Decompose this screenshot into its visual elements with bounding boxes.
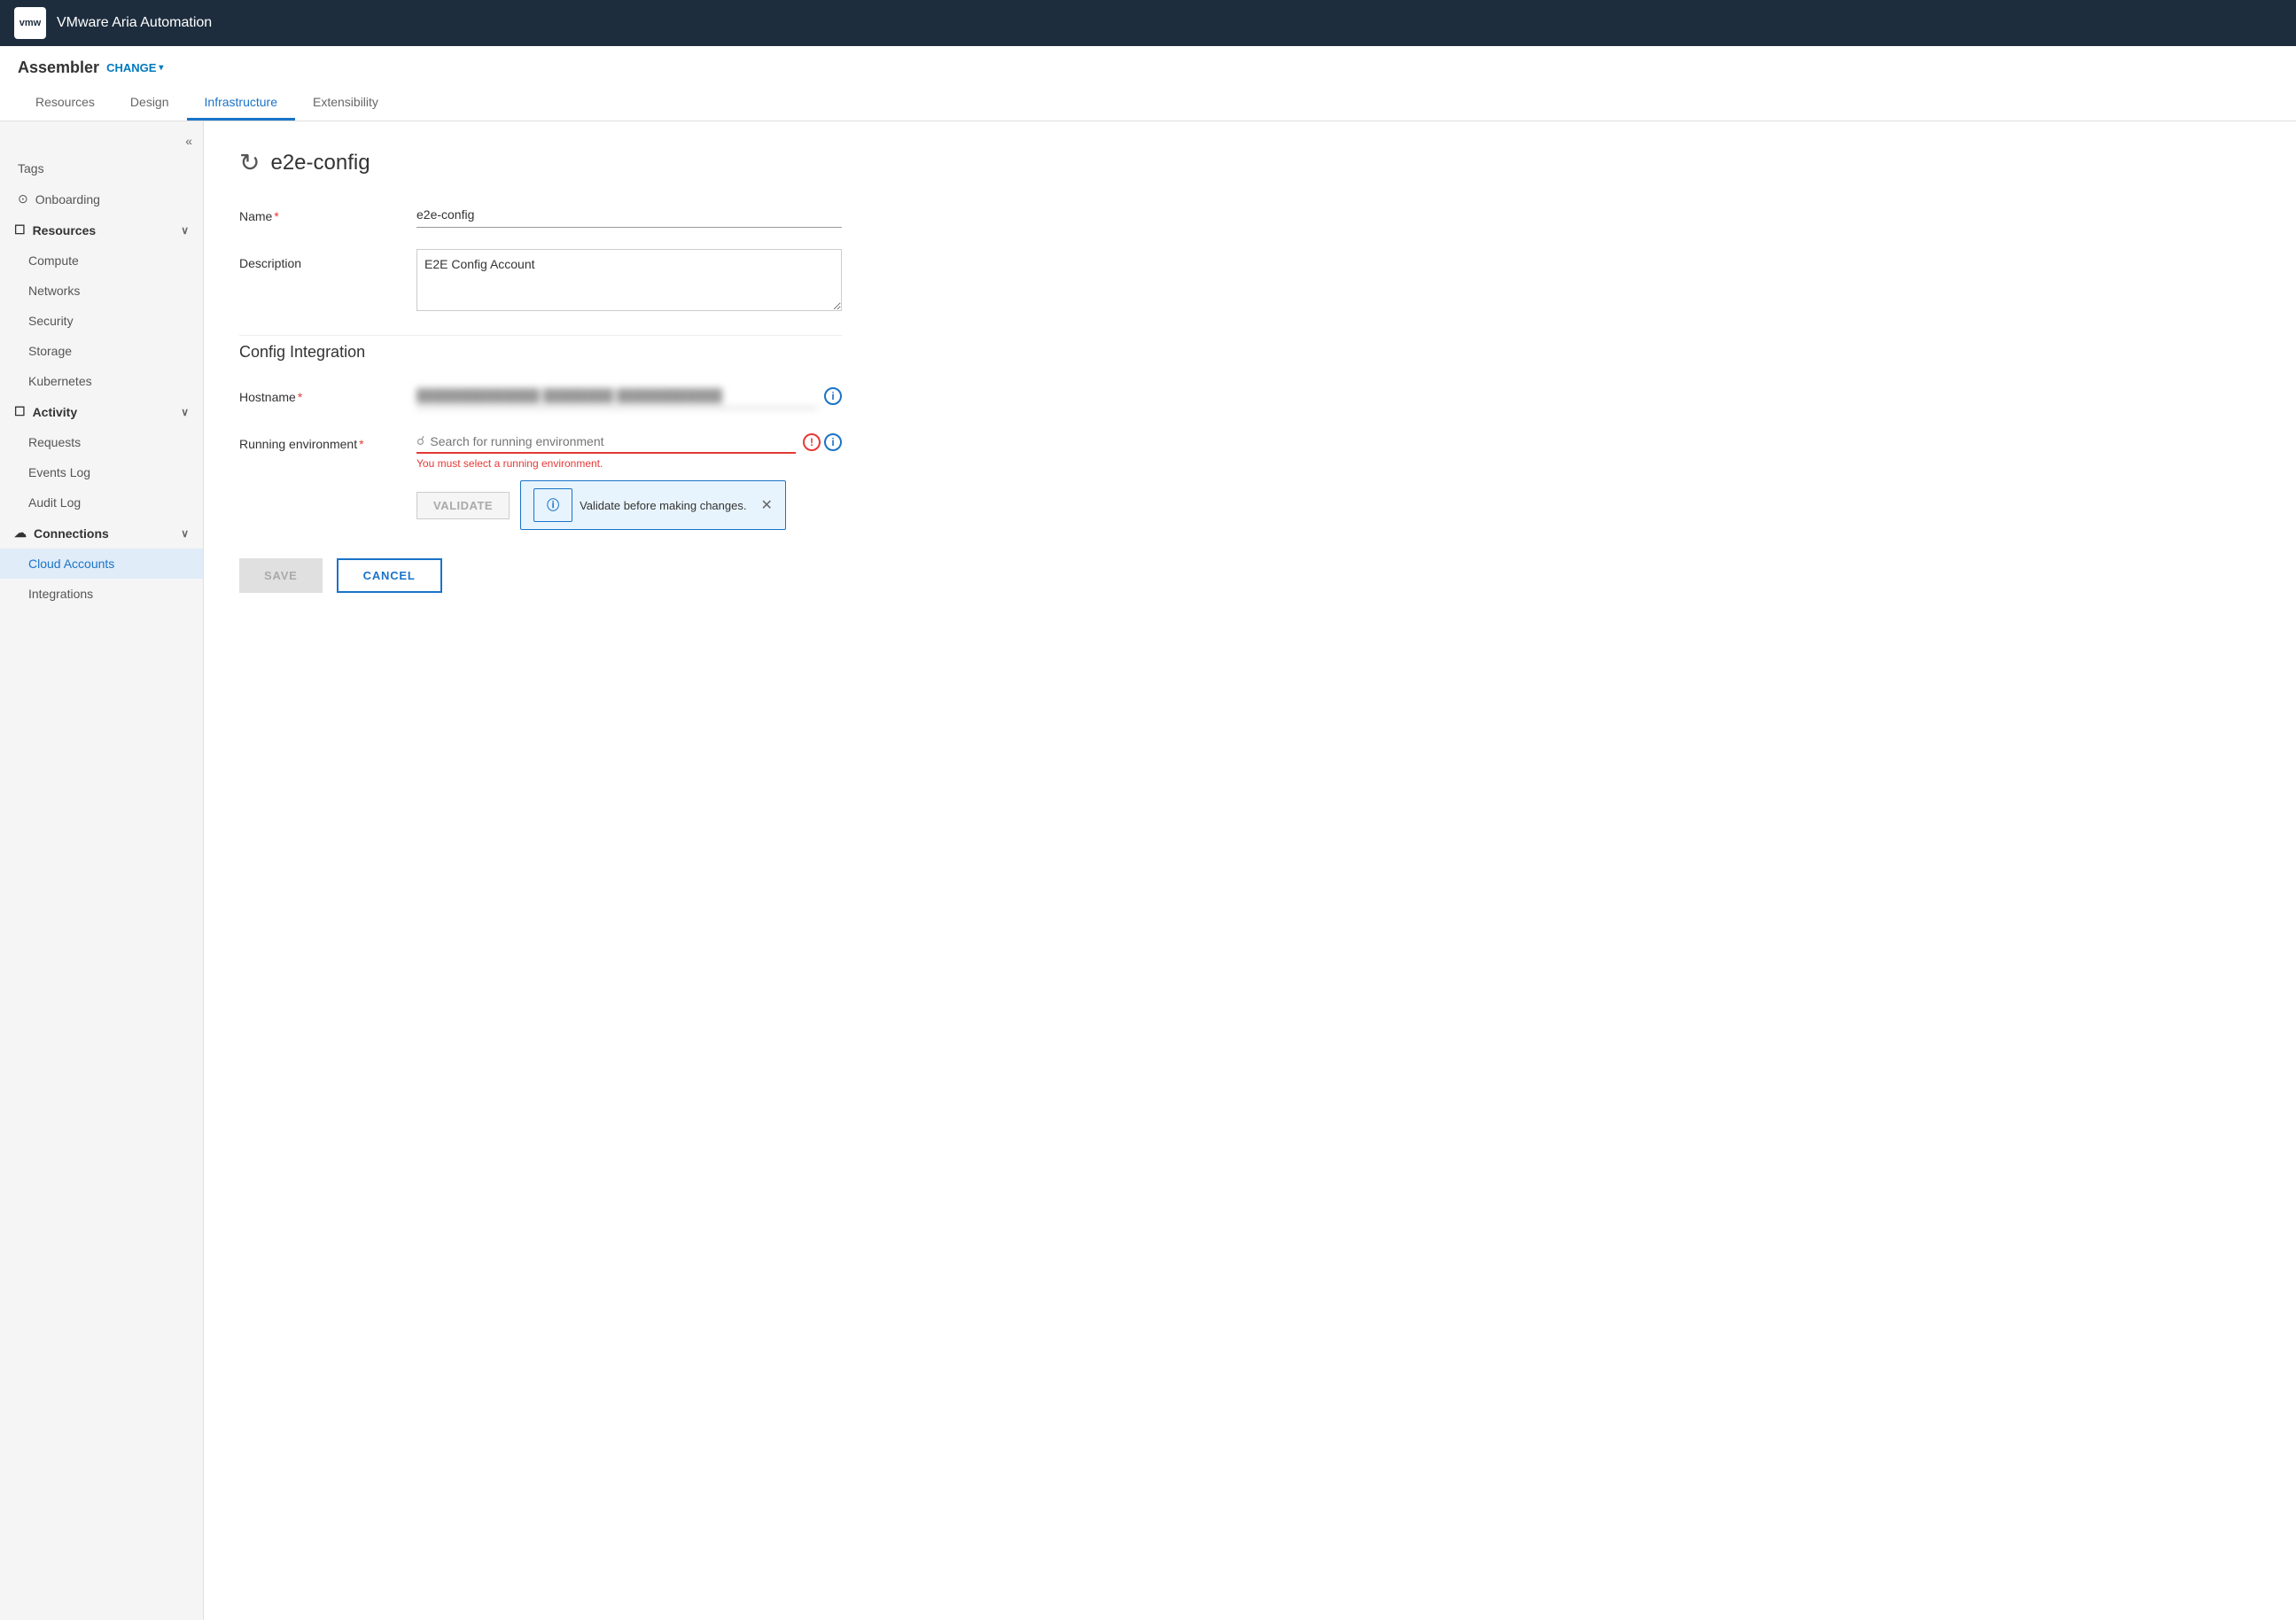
- sidebar-section-connections[interactable]: ☁ Connections ∨: [0, 518, 203, 549]
- running-env-error: You must select a running environment.: [416, 457, 796, 470]
- save-button[interactable]: SAVE: [239, 558, 323, 593]
- page-header: ↻ e2e-config: [239, 148, 2261, 177]
- tab-design[interactable]: Design: [113, 86, 187, 121]
- name-label: Name*: [239, 202, 399, 223]
- sidebar-section-label: Activity: [33, 405, 78, 419]
- page-title: e2e-config: [270, 151, 370, 175]
- form-section: Name* Description E2E Config Account Con…: [239, 202, 842, 593]
- sidebar-item-label: Audit Log: [28, 495, 81, 510]
- running-env-label: Running environment*: [239, 430, 399, 451]
- activity-icon: ☐: [14, 404, 26, 419]
- sidebar-item-requests[interactable]: Requests: [0, 427, 203, 457]
- chevron-down-icon: ∨: [181, 224, 189, 237]
- hostname-label: Hostname*: [239, 383, 399, 404]
- hostname-row: Hostname* ██████████████ ████████ ██████…: [239, 383, 842, 409]
- validate-button[interactable]: VALIDATE: [416, 492, 510, 519]
- sidebar-item-security[interactable]: Security: [0, 306, 203, 336]
- cancel-button[interactable]: CANCEL: [337, 558, 442, 593]
- config-integration-title: Config Integration: [239, 335, 842, 362]
- sidebar-section-label: Connections: [34, 526, 109, 541]
- running-env-error-icon[interactable]: !: [803, 433, 821, 451]
- sidebar-item-compute[interactable]: Compute: [0, 245, 203, 276]
- main-layout: « Tags ⊙ Onboarding ☐ Resources ∨ Comput…: [0, 121, 2296, 1620]
- hostname-info-icon[interactable]: i: [824, 387, 842, 405]
- hostname-field: ██████████████ ████████ ████████████ i: [416, 383, 842, 409]
- tabs-row: Resources Design Infrastructure Extensib…: [18, 86, 2278, 121]
- header-area: Assembler CHANGE ▾ Resources Design Infr…: [0, 46, 2296, 121]
- running-env-info-icon[interactable]: i: [824, 433, 842, 451]
- running-environment-row: Running environment* ☌ You must select a…: [239, 430, 842, 530]
- description-field: E2E Config Account: [416, 249, 842, 314]
- sidebar-item-label: Events Log: [28, 465, 90, 479]
- sidebar-item-label: Onboarding: [35, 192, 100, 206]
- tab-resources[interactable]: Resources: [18, 86, 113, 121]
- resources-icon: ☐: [14, 222, 26, 238]
- sidebar-item-tags[interactable]: Tags: [0, 153, 203, 183]
- sidebar-item-events-log[interactable]: Events Log: [0, 457, 203, 487]
- sidebar-item-label: Integrations: [28, 587, 93, 601]
- search-icon: ☌: [416, 433, 424, 448]
- running-env-search-wrapper: ☌: [416, 430, 796, 454]
- top-bar: vmw VMware Aria Automation: [0, 0, 2296, 46]
- name-row: Name*: [239, 202, 842, 228]
- chevron-down-icon: ▾: [159, 63, 163, 73]
- validate-close-icon[interactable]: ✕: [760, 496, 772, 514]
- sidebar-item-label: Requests: [28, 435, 81, 449]
- app-title: VMware Aria Automation: [57, 15, 212, 31]
- sidebar-item-label: Networks: [28, 284, 80, 298]
- description-textarea[interactable]: E2E Config Account: [416, 249, 842, 311]
- sidebar: « Tags ⊙ Onboarding ☐ Resources ∨ Comput…: [0, 121, 204, 1620]
- validate-message-box: ⓘ Validate before making changes. ✕: [520, 480, 786, 530]
- project-label: Assembler: [18, 58, 99, 77]
- cloud-refresh-icon: ↻: [239, 148, 260, 177]
- sidebar-section-activity[interactable]: ☐ Activity ∨: [0, 396, 203, 427]
- tab-infrastructure[interactable]: Infrastructure: [187, 86, 295, 121]
- sidebar-item-cloud-accounts[interactable]: Cloud Accounts: [0, 549, 203, 579]
- connections-cloud-icon: ☁: [14, 526, 27, 541]
- sidebar-item-onboarding[interactable]: ⊙ Onboarding: [0, 183, 203, 214]
- sidebar-item-audit-log[interactable]: Audit Log: [0, 487, 203, 518]
- running-env-search-input[interactable]: [430, 434, 796, 448]
- collapse-icon[interactable]: «: [185, 134, 192, 148]
- sidebar-item-label: Kubernetes: [28, 374, 92, 388]
- running-env-field: ☌ You must select a running environment.…: [416, 430, 842, 530]
- sidebar-item-label: Tags: [18, 161, 44, 175]
- sidebar-section-resources[interactable]: ☐ Resources ∨: [0, 214, 203, 245]
- onboarding-icon: ⊙: [18, 191, 28, 206]
- vmw-logo: vmw: [14, 7, 46, 39]
- hostname-value: ██████████████ ████████ ████████████: [416, 383, 817, 409]
- sidebar-item-kubernetes[interactable]: Kubernetes: [0, 366, 203, 396]
- sidebar-collapse-btn[interactable]: «: [0, 129, 203, 153]
- name-field: [416, 202, 842, 228]
- sidebar-item-label: Compute: [28, 253, 79, 268]
- validate-row: VALIDATE ⓘ Validate before making change…: [416, 480, 796, 530]
- sidebar-item-label: Storage: [28, 344, 72, 358]
- breadcrumb: Assembler CHANGE ▾: [18, 58, 2278, 77]
- tab-extensibility[interactable]: Extensibility: [295, 86, 396, 121]
- description-label: Description: [239, 249, 399, 270]
- sidebar-item-integrations[interactable]: Integrations: [0, 579, 203, 609]
- validate-info-icon: ⓘ: [533, 488, 572, 522]
- sidebar-item-label: Cloud Accounts: [28, 557, 114, 571]
- sidebar-item-label: Security: [28, 314, 74, 328]
- name-input[interactable]: [416, 202, 842, 228]
- validate-message-text: Validate before making changes.: [580, 499, 746, 512]
- description-row: Description E2E Config Account: [239, 249, 842, 314]
- chevron-down-icon: ∨: [181, 406, 189, 418]
- chevron-down-icon: ∨: [181, 527, 189, 540]
- action-buttons: SAVE CANCEL: [239, 558, 842, 593]
- change-button[interactable]: CHANGE ▾: [106, 61, 163, 74]
- sidebar-item-storage[interactable]: Storage: [0, 336, 203, 366]
- sidebar-item-networks[interactable]: Networks: [0, 276, 203, 306]
- sidebar-section-label: Resources: [33, 223, 97, 238]
- content-area: ↻ e2e-config Name* Description E2E Co: [204, 121, 2296, 1620]
